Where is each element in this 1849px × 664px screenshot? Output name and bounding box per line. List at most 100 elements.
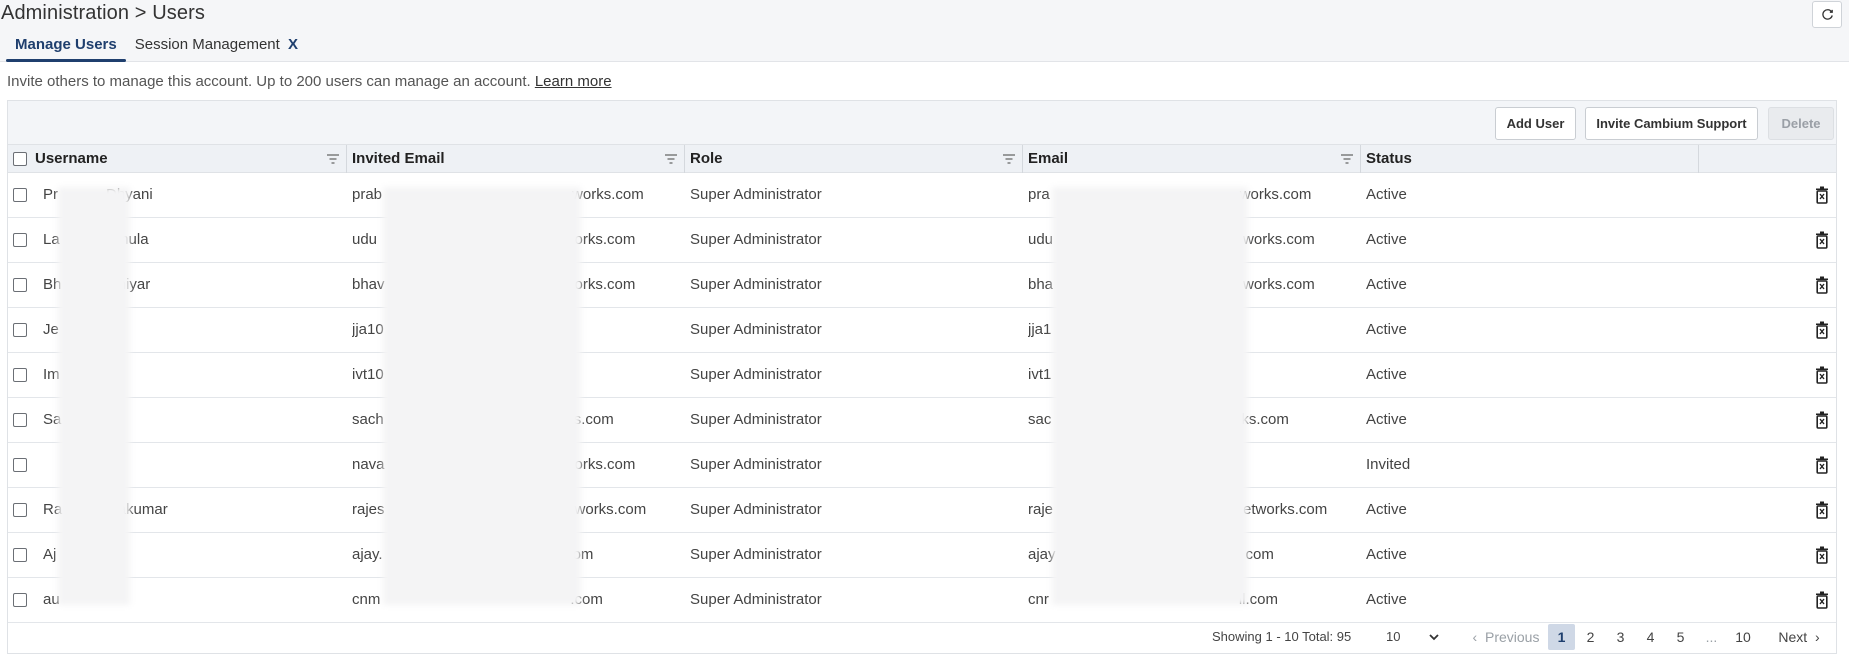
column-divider[interactable] <box>1360 145 1361 173</box>
trash-icon[interactable] <box>1814 321 1830 339</box>
table-row[interactable]: PrDhyaniprabworks.comSuper Administrator… <box>8 173 1836 218</box>
cell-role: Super Administrator <box>690 366 822 383</box>
tab-bar: Manage Users Session Management X <box>6 34 307 62</box>
page-ellipsis: ... <box>1705 629 1718 645</box>
add-user-button[interactable]: Add User <box>1495 107 1576 140</box>
trash-icon[interactable] <box>1814 546 1830 564</box>
row-checkbox[interactable] <box>13 278 27 292</box>
cell-status: Active <box>1366 321 1407 338</box>
cell-status: Active <box>1366 186 1407 203</box>
filter-icon[interactable] <box>1340 152 1354 166</box>
column-header-email[interactable]: Email <box>1028 145 1068 173</box>
page-size-select[interactable]: 10 <box>1378 626 1444 648</box>
row-checkbox[interactable] <box>13 188 27 202</box>
column-header-status[interactable]: Status <box>1366 145 1412 173</box>
trash-icon[interactable] <box>1814 456 1830 474</box>
trash-icon[interactable] <box>1814 186 1830 204</box>
previous-page-button[interactable]: ‹ Previous <box>1468 624 1544 650</box>
column-header-role[interactable]: Role <box>690 145 723 173</box>
trash-icon[interactable] <box>1814 366 1830 384</box>
chevron-left-icon: ‹ <box>1472 629 1478 645</box>
cell-role: Super Administrator <box>690 411 822 428</box>
cell-role: Super Administrator <box>690 231 822 248</box>
page-size-value: 10 <box>1386 629 1401 644</box>
table-row[interactable]: Jeojja10Super Administratorjja1Active <box>8 308 1836 353</box>
trash-icon[interactable] <box>1814 276 1830 294</box>
cell-role: Super Administrator <box>690 186 822 203</box>
cell-status: Invited <box>1366 456 1411 473</box>
row-checkbox[interactable] <box>13 233 27 247</box>
cell-status: Active <box>1366 366 1407 383</box>
delete-button[interactable]: Delete <box>1768 107 1834 140</box>
page-button-4[interactable]: 4 <box>1637 624 1664 650</box>
close-icon[interactable]: X <box>288 36 298 53</box>
table-row[interactable]: Laumulauduvorks.comSuper Administratorud… <box>8 218 1836 263</box>
column-divider[interactable] <box>684 145 685 173</box>
column-header-username[interactable]: Username <box>35 145 108 173</box>
info-description: Invite others to manage this account. Up… <box>7 73 535 90</box>
table-row[interactable]: Satasachs.comSuper Administratorsacks.co… <box>8 398 1836 443</box>
column-divider[interactable] <box>346 145 347 173</box>
learn-more-link[interactable]: Learn more <box>535 73 612 90</box>
row-checkbox[interactable] <box>13 458 27 472</box>
next-label: Next <box>1778 629 1808 645</box>
table-header: Username Invited Email Role Email Status <box>8 145 1836 173</box>
row-checkbox[interactable] <box>13 503 27 517</box>
tab-session-management[interactable]: Session Management X <box>126 34 307 62</box>
page-title: Administration > Users <box>1 2 205 24</box>
filter-icon[interactable] <box>326 152 340 166</box>
redaction-overlay <box>58 187 130 605</box>
next-page-button[interactable]: Next › <box>1768 624 1830 650</box>
row-checkbox[interactable] <box>13 413 27 427</box>
trash-icon[interactable] <box>1814 411 1830 429</box>
tab-label: Session Management <box>134 36 280 53</box>
column-header-invited-email[interactable]: Invited Email <box>352 145 445 173</box>
cell-status: Active <box>1366 276 1407 293</box>
cell-role: Super Administrator <box>690 276 822 293</box>
select-all-checkbox[interactable] <box>13 152 27 166</box>
page-button-3[interactable]: 3 <box>1607 624 1634 650</box>
table-row[interactable]: au cnm .com Super Administrator cnr il.com Act… <box>8 578 1836 623</box>
cell-role: Super Administrator <box>690 501 822 518</box>
trash-icon[interactable] <box>1814 591 1830 609</box>
table-toolbar: Add User Invite Cambium Support Delete <box>8 101 1836 145</box>
refresh-icon <box>1821 9 1833 20</box>
filter-icon[interactable] <box>1002 152 1016 166</box>
row-checkbox[interactable] <box>13 323 27 337</box>
page-button-5[interactable]: 5 <box>1667 624 1694 650</box>
tab-manage-users[interactable]: Manage Users <box>6 34 126 62</box>
cell-role: Super Administrator <box>690 456 822 473</box>
row-checkbox[interactable] <box>13 548 27 562</box>
showing-count: Showing 1 - 10 Total: 95 <box>1212 629 1352 644</box>
cell-status: Active <box>1366 546 1407 563</box>
tab-label: Manage Users <box>15 36 117 53</box>
filter-icon[interactable] <box>664 152 678 166</box>
page-button-10[interactable]: 10 <box>1728 624 1758 650</box>
row-checkbox[interactable] <box>13 593 27 607</box>
trash-icon[interactable] <box>1814 501 1830 519</box>
info-text: Invite others to manage this account. Up… <box>7 73 612 90</box>
invite-cambium-support-button[interactable]: Invite Cambium Support <box>1585 107 1758 140</box>
pagination-footer: Showing 1 - 10 Total: 95 10 ‹ Previous 1… <box>8 621 1836 654</box>
table-row[interactable]: nava orks.com Super Administrator Invited <box>8 443 1836 488</box>
page-button-2[interactable]: 2 <box>1577 624 1604 650</box>
cell-status: Active <box>1366 411 1407 428</box>
cell-role: Super Administrator <box>690 321 822 338</box>
page-button-1[interactable]: 1 <box>1548 624 1575 650</box>
column-divider[interactable] <box>1022 145 1023 173</box>
redaction-overlay <box>1052 187 1248 605</box>
refresh-button[interactable] <box>1812 1 1842 28</box>
cell-status: Active <box>1366 501 1407 518</box>
row-checkbox[interactable] <box>13 368 27 382</box>
cell-status: Active <box>1366 231 1407 248</box>
chevron-down-icon <box>1429 634 1439 641</box>
previous-label: Previous <box>1484 629 1540 645</box>
table-row[interactable]: Bhdhiyarbhavorks.comSuper Administratorb… <box>8 263 1836 308</box>
column-divider[interactable] <box>1698 145 1699 173</box>
users-table: Add User Invite Cambium Support Delete U… <box>7 100 1837 654</box>
trash-icon[interactable] <box>1814 231 1830 249</box>
table-row[interactable]: Im ivt10 Super Administrator ivt1 Active <box>8 353 1836 398</box>
table-row[interactable]: Aj ajay. om Super Administrator ajay com Activ… <box>8 533 1836 578</box>
top-bar: Administration > Users Manage Users Sess… <box>0 0 1849 62</box>
table-row[interactable]: Ra vakumar rajes works.com Super Administrat… <box>8 488 1836 533</box>
